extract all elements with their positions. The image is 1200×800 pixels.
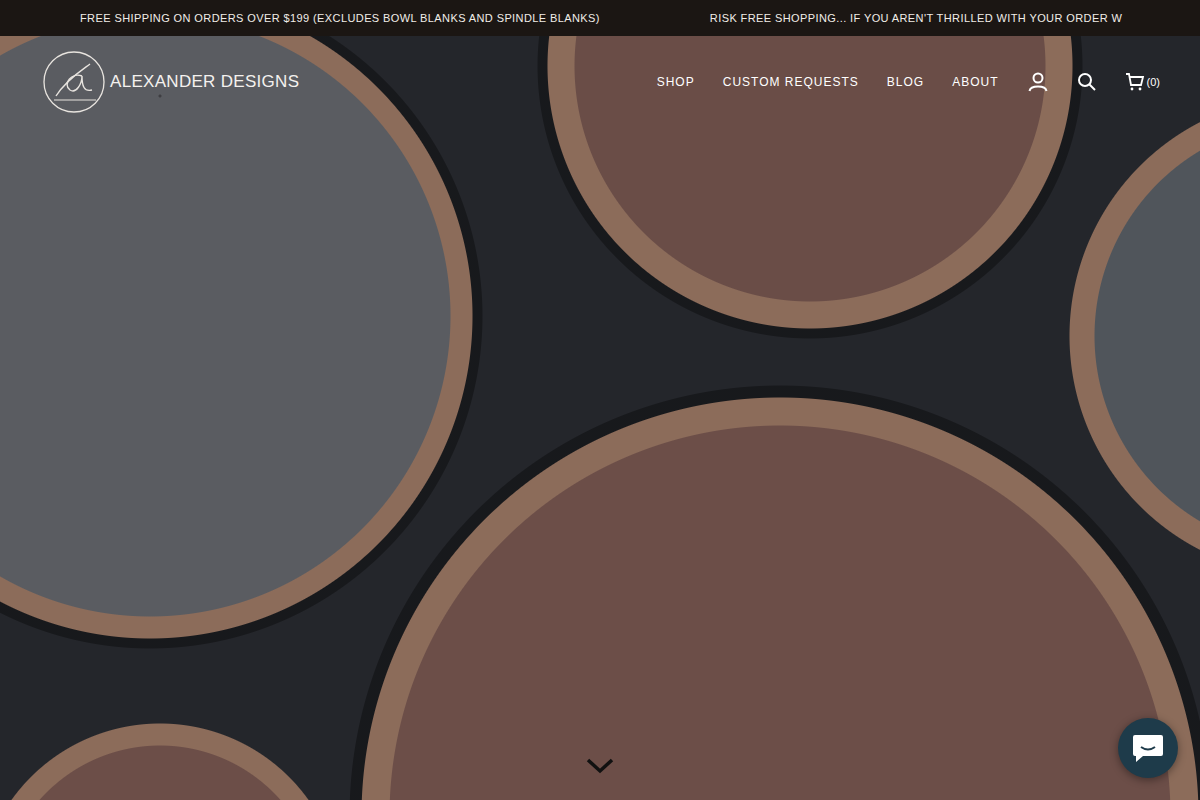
brand-logo[interactable]: ALEXANDER DESIGNS <box>42 50 299 114</box>
nav-item[interactable]: BLOG <box>887 75 924 89</box>
chat-button[interactable] <box>1118 718 1178 778</box>
search-icon[interactable] <box>1077 72 1097 92</box>
announcement-text[interactable]: FREE SHIPPING ON ORDERS OVER $199 (EXCLU… <box>80 12 600 24</box>
chevron-down-icon[interactable] <box>586 758 614 774</box>
hero: ALEXANDER DESIGNS SHOP CUSTOM REQUESTS BLOG… <box>0 36 1200 800</box>
cart-icon <box>1125 72 1145 92</box>
announcement-bar: FREE SHIPPING ON ORDERS OVER $199 (EXCLU… <box>0 0 1200 36</box>
cart-count: (0) <box>1147 76 1160 88</box>
cart-button[interactable]: (0) <box>1125 72 1160 92</box>
site-header: ALEXANDER DESIGNS SHOP CUSTOM REQUESTS BLOG… <box>0 36 1200 114</box>
brand-name: ALEXANDER DESIGNS <box>110 72 299 92</box>
account-icon[interactable] <box>1027 71 1049 93</box>
nav-item[interactable]: SHOP <box>657 75 695 89</box>
hero-photo <box>0 36 1200 800</box>
main-nav: SHOP CUSTOM REQUESTS BLOG ABOUT (0) <box>657 71 1160 93</box>
logo-mark-icon <box>42 50 106 114</box>
chat-icon <box>1131 732 1165 764</box>
nav-item[interactable]: CUSTOM REQUESTS <box>723 75 859 89</box>
announcement-text[interactable]: RISK FREE SHOPPING... IF YOU AREN'T THRI… <box>710 12 1122 24</box>
page: FREE SHIPPING ON ORDERS OVER $199 (EXCLU… <box>0 0 1200 800</box>
nav-item[interactable]: ABOUT <box>952 75 998 89</box>
